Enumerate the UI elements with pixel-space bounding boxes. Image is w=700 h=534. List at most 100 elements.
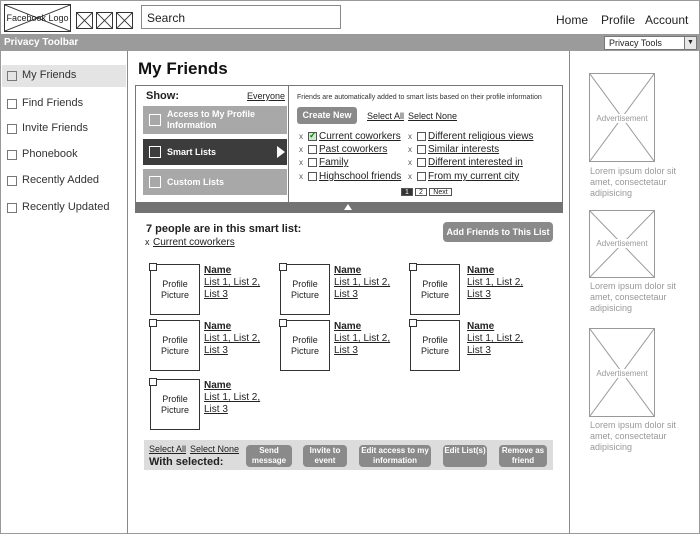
- sidebar-item-recently-added[interactable]: Recently Added: [2, 170, 126, 192]
- messages-icon[interactable]: [96, 12, 113, 29]
- remove-friend-button[interactable]: Remove as friend: [499, 445, 547, 467]
- create-new-button[interactable]: Create New: [297, 107, 357, 124]
- add-friends-to-list-button[interactable]: Add Friends to This List: [443, 222, 553, 242]
- list-option[interactable]: x Different religious views: [408, 131, 558, 143]
- select-checkbox[interactable]: [149, 319, 157, 327]
- nav-profile[interactable]: Profile: [601, 13, 635, 27]
- friend-card[interactable]: Profile Picture Name List 1, List 2, Lis…: [149, 263, 290, 319]
- checkbox[interactable]: [417, 132, 426, 141]
- remove-icon[interactable]: x: [299, 145, 303, 154]
- privacy-tools-dropdown[interactable]: Privacy Tools ▼: [604, 36, 697, 50]
- option-label[interactable]: Similar interests: [428, 144, 499, 155]
- friend-lists[interactable]: List 1, List 2, List 3: [467, 333, 537, 357]
- send-message-button[interactable]: Send message: [246, 445, 292, 467]
- option-label[interactable]: Different interested in: [428, 157, 523, 168]
- friend-lists[interactable]: List 1, List 2, List 3: [204, 277, 274, 301]
- friend-lists[interactable]: List 1, List 2, List 3: [334, 333, 404, 357]
- option-label[interactable]: Past coworkers: [319, 144, 387, 155]
- friend-name[interactable]: Name: [467, 321, 494, 332]
- checkbox[interactable]: [417, 158, 426, 167]
- select-checkbox[interactable]: [279, 263, 287, 271]
- friend-name[interactable]: Name: [204, 265, 231, 276]
- edit-lists-button[interactable]: Edit List(s): [443, 445, 487, 467]
- tab-smart-lists[interactable]: Smart Lists: [143, 139, 287, 165]
- list-option[interactable]: x Different interested in: [408, 157, 558, 169]
- active-filter[interactable]: Current coworkers: [153, 237, 235, 248]
- select-checkbox[interactable]: [149, 378, 157, 386]
- tab-profile-access[interactable]: Access to My Profile Information: [143, 106, 287, 134]
- checkbox[interactable]: [417, 172, 426, 181]
- tab-custom-lists[interactable]: Custom Lists: [143, 169, 287, 195]
- page-1-button[interactable]: 1: [401, 188, 413, 196]
- profile-picture[interactable]: Profile Picture: [149, 263, 200, 315]
- sidebar-item-my-friends[interactable]: My Friends: [2, 65, 126, 87]
- checkbox[interactable]: [308, 145, 317, 154]
- friend-requests-icon[interactable]: [76, 12, 93, 29]
- friend-lists[interactable]: List 1, List 2, List 3: [204, 392, 274, 416]
- notifications-icon[interactable]: [116, 12, 133, 29]
- search-input[interactable]: Search: [141, 5, 341, 29]
- list-option[interactable]: x Past coworkers: [299, 144, 409, 156]
- list-option[interactable]: x Family: [299, 157, 409, 169]
- friend-card[interactable]: Profile Picture Name List 1, List 2, Lis…: [279, 319, 420, 375]
- chevron-up-icon[interactable]: [344, 204, 352, 210]
- remove-icon[interactable]: x: [408, 132, 412, 141]
- checkbox[interactable]: [417, 145, 426, 154]
- friend-lists[interactable]: List 1, List 2, List 3: [467, 277, 537, 301]
- select-none-link[interactable]: Select None: [408, 111, 457, 121]
- profile-picture[interactable]: Profile Picture: [279, 263, 330, 315]
- option-label[interactable]: Current coworkers: [319, 131, 401, 142]
- advertisement-image[interactable]: Advertisement: [589, 328, 655, 417]
- checkbox[interactable]: [308, 130, 317, 141]
- friend-card[interactable]: Profile Picture Name List 1, List 2, Lis…: [149, 378, 290, 434]
- everyone-link[interactable]: Everyone: [247, 91, 285, 101]
- advertisement-image[interactable]: Advertisement: [589, 73, 655, 162]
- nav-account[interactable]: Account: [645, 13, 688, 27]
- remove-icon[interactable]: x: [299, 132, 303, 141]
- profile-picture[interactable]: Profile Picture: [279, 319, 330, 371]
- select-none-link[interactable]: Select None: [190, 444, 239, 454]
- list-option[interactable]: x Highschool friends: [299, 171, 409, 183]
- friend-card[interactable]: Profile Picture Name List 1, List 2, Lis…: [279, 263, 420, 319]
- remove-icon[interactable]: x: [299, 172, 303, 181]
- select-all-link[interactable]: Select All: [149, 444, 186, 454]
- friend-card[interactable]: Profile Picture Name List 1, List 2, Lis…: [409, 263, 550, 319]
- remove-icon[interactable]: x: [408, 158, 412, 167]
- profile-picture[interactable]: Profile Picture: [409, 263, 460, 315]
- checkbox[interactable]: [308, 158, 317, 167]
- option-label[interactable]: From my current city: [428, 171, 519, 182]
- friend-lists[interactable]: List 1, List 2, List 3: [334, 277, 404, 301]
- sidebar-item-recently-updated[interactable]: Recently Updated: [2, 197, 126, 219]
- option-label[interactable]: Family: [319, 157, 348, 168]
- edit-access-button[interactable]: Edit access to my information: [359, 445, 431, 467]
- select-checkbox[interactable]: [279, 319, 287, 327]
- next-page-button[interactable]: Next: [429, 188, 452, 196]
- advertisement-image[interactable]: Advertisement: [589, 210, 655, 278]
- remove-icon[interactable]: x: [408, 172, 412, 181]
- option-label[interactable]: Different religious views: [428, 131, 533, 142]
- select-checkbox[interactable]: [409, 263, 417, 271]
- sidebar-item-phonebook[interactable]: Phonebook: [2, 144, 126, 166]
- sidebar-item-invite-friends[interactable]: Invite Friends: [2, 118, 126, 140]
- select-checkbox[interactable]: [409, 319, 417, 327]
- list-option[interactable]: x Current coworkers: [299, 130, 409, 143]
- remove-icon[interactable]: x: [408, 145, 412, 154]
- remove-filter-icon[interactable]: x: [145, 237, 150, 247]
- list-option[interactable]: x From my current city: [408, 171, 558, 183]
- option-label[interactable]: Highschool friends: [319, 171, 401, 182]
- profile-picture[interactable]: Profile Picture: [149, 378, 200, 430]
- friend-name[interactable]: Name: [204, 380, 231, 391]
- friend-name[interactable]: Name: [467, 265, 494, 276]
- page-2-button[interactable]: 2: [415, 188, 427, 196]
- remove-icon[interactable]: x: [299, 158, 303, 167]
- friend-name[interactable]: Name: [334, 321, 361, 332]
- friend-card[interactable]: Profile Picture Name List 1, List 2, Lis…: [149, 319, 290, 375]
- friend-lists[interactable]: List 1, List 2, List 3: [204, 333, 274, 357]
- profile-picture[interactable]: Profile Picture: [149, 319, 200, 371]
- list-option[interactable]: x Similar interests: [408, 144, 558, 156]
- sidebar-item-find-friends[interactable]: Find Friends: [2, 93, 126, 115]
- profile-picture[interactable]: Profile Picture: [409, 319, 460, 371]
- friend-name[interactable]: Name: [334, 265, 361, 276]
- invite-to-event-button[interactable]: Invite to event: [303, 445, 347, 467]
- select-checkbox[interactable]: [149, 263, 157, 271]
